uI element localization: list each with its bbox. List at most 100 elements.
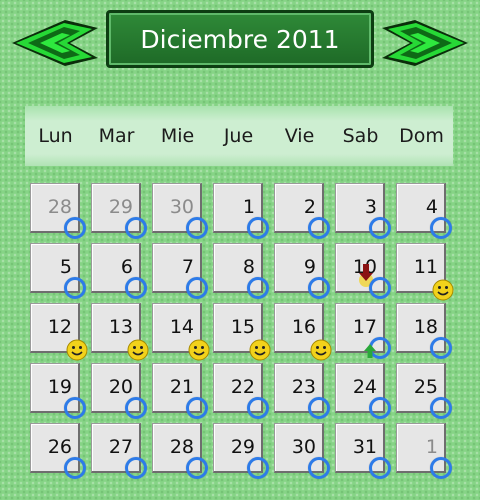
weekday-sab: Sab <box>342 125 379 147</box>
day-cell[interactable]: 22 <box>213 363 269 419</box>
day-cell[interactable]: 15 <box>213 303 271 361</box>
day-cell[interactable]: 19 <box>30 363 86 419</box>
day-cell[interactable]: 31 <box>335 423 391 479</box>
day-cell[interactable]: 13 <box>91 303 149 361</box>
day-number: 7 <box>181 256 194 278</box>
ring-icon <box>186 457 208 479</box>
day-cell[interactable]: 27 <box>91 423 147 479</box>
smiley-icon <box>66 339 88 361</box>
ring-icon <box>186 217 208 239</box>
ring-icon <box>369 217 391 239</box>
weekday-mie: Mie <box>160 125 195 147</box>
ring-icon <box>308 217 330 239</box>
ring-icon <box>247 217 269 239</box>
ring-icon <box>369 397 391 419</box>
ring-icon <box>186 277 208 299</box>
day-number: 30 <box>169 196 194 218</box>
day-number: 6 <box>120 256 133 278</box>
smiley-icon <box>310 339 332 361</box>
day-number: 1 <box>242 196 255 218</box>
ring-icon <box>430 337 452 359</box>
ring-icon <box>247 277 269 299</box>
day-number: 15 <box>230 316 255 338</box>
day-cell[interactable]: 21 <box>152 363 208 419</box>
day-cell[interactable]: 6 <box>91 243 147 299</box>
day-number: 23 <box>291 376 316 398</box>
day-number: 26 <box>47 436 72 458</box>
day-cell[interactable]: 8 <box>213 243 269 299</box>
day-cell[interactable]: 28 <box>152 423 208 479</box>
day-number: 16 <box>291 316 316 338</box>
ring-icon <box>430 217 452 239</box>
ring-icon <box>247 457 269 479</box>
day-cell[interactable]: 10 <box>335 243 391 299</box>
weekday-lun: Lun <box>38 125 73 147</box>
smiley-icon <box>249 339 271 361</box>
day-number: 4 <box>425 196 438 218</box>
day-cell[interactable]: 30 <box>274 423 330 479</box>
ring-icon <box>186 397 208 419</box>
day-cell[interactable]: 23 <box>274 363 330 419</box>
ring-icon <box>369 277 391 299</box>
day-cell[interactable]: 3 <box>335 183 391 239</box>
day-cell[interactable]: 18 <box>396 303 452 359</box>
day-number: 28 <box>47 196 72 218</box>
smiley-icon <box>188 339 210 361</box>
right-arrow-icon <box>382 20 468 66</box>
ring-icon <box>125 457 147 479</box>
weekday-header: Lun Mar Mie Jue Vie Sab Dom <box>25 106 453 166</box>
day-number: 25 <box>413 376 438 398</box>
day-cell[interactable]: 1 <box>213 183 269 239</box>
day-cell[interactable]: 1 <box>396 423 452 479</box>
day-cell[interactable]: 5 <box>30 243 86 299</box>
day-cell[interactable]: 4 <box>396 183 452 239</box>
day-cell[interactable]: 17 <box>335 303 391 359</box>
day-cell[interactable]: 25 <box>396 363 452 419</box>
day-number: 8 <box>242 256 255 278</box>
left-arrow-icon <box>12 20 98 66</box>
day-cell[interactable]: 20 <box>91 363 147 419</box>
day-number: 12 <box>47 316 72 338</box>
day-number: 19 <box>47 376 72 398</box>
month-title-label: Diciembre 2011 <box>140 24 340 54</box>
day-cell[interactable]: 11 <box>396 243 454 301</box>
ring-icon <box>430 397 452 419</box>
day-number: 30 <box>291 436 316 458</box>
ring-icon <box>308 457 330 479</box>
day-number: 14 <box>169 316 194 338</box>
prev-month-button[interactable] <box>10 18 100 68</box>
day-cell[interactable]: 7 <box>152 243 208 299</box>
ring-icon <box>430 457 452 479</box>
day-number: 2 <box>303 196 316 218</box>
day-cell[interactable]: 14 <box>152 303 210 361</box>
ring-icon <box>125 397 147 419</box>
day-number: 27 <box>108 436 133 458</box>
day-number: 3 <box>364 196 377 218</box>
month-title: Diciembre 2011 <box>106 10 374 68</box>
day-cell[interactable]: 16 <box>274 303 332 361</box>
next-month-button[interactable] <box>380 18 470 68</box>
day-number: 24 <box>352 376 377 398</box>
day-cell[interactable]: 9 <box>274 243 330 299</box>
smiley-icon <box>127 339 149 361</box>
day-cell[interactable]: 29 <box>91 183 147 239</box>
day-number: 13 <box>108 316 133 338</box>
day-number: 9 <box>303 256 316 278</box>
day-cell[interactable]: 26 <box>30 423 86 479</box>
day-number: 18 <box>413 316 438 338</box>
ring-icon <box>125 277 147 299</box>
day-number: 1 <box>425 436 438 458</box>
day-cell[interactable]: 2 <box>274 183 330 239</box>
ring-icon <box>308 397 330 419</box>
day-number: 29 <box>108 196 133 218</box>
ring-icon <box>64 457 86 479</box>
day-cell[interactable]: 29 <box>213 423 269 479</box>
day-cell[interactable]: 12 <box>30 303 88 361</box>
day-number: 28 <box>169 436 194 458</box>
ring-icon <box>64 277 86 299</box>
day-number: 17 <box>352 316 377 338</box>
day-cell[interactable]: 24 <box>335 363 391 419</box>
day-cell[interactable]: 28 <box>30 183 86 239</box>
day-number: 22 <box>230 376 255 398</box>
day-cell[interactable]: 30 <box>152 183 208 239</box>
